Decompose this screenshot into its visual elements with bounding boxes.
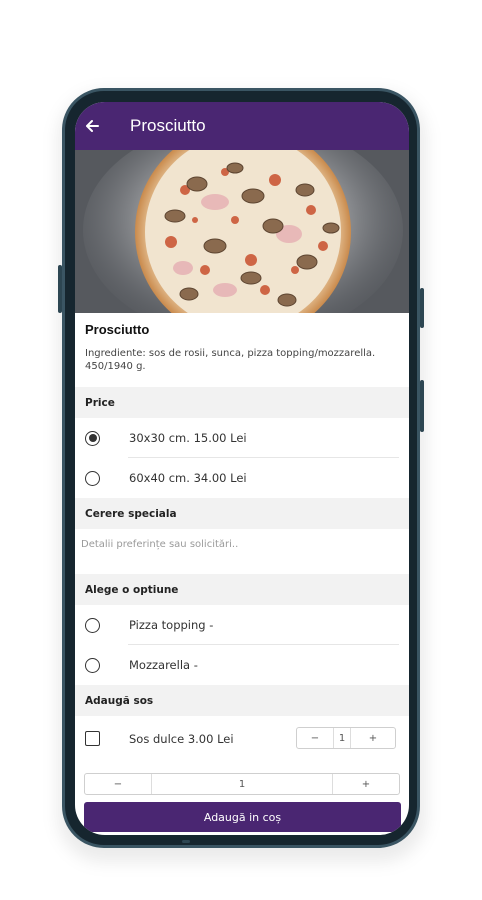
price-option-label: 60x40 cm. 34.00 Lei xyxy=(129,471,247,485)
radio-unselected-icon[interactable] xyxy=(85,657,100,673)
checkbox-icon[interactable] xyxy=(85,731,100,746)
choice-option-mozzarella[interactable]: Mozzarella - xyxy=(75,645,409,685)
sauce-quantity-value: 1 xyxy=(333,728,351,748)
phone-power-button xyxy=(420,288,424,328)
quantity-stepper: − 1 + xyxy=(84,773,400,795)
product-details: Prosciutto Ingrediente: sos de rosii, su… xyxy=(75,313,409,761)
price-option-small[interactable]: 30x30 cm. 15.00 Lei xyxy=(75,418,409,458)
arrow-left-icon[interactable] xyxy=(84,117,102,135)
product-image xyxy=(75,150,409,313)
special-request-title: Cerere speciala xyxy=(75,498,409,529)
sauce-item-sos-dulce[interactable]: Sos dulce 3.00 Lei − 1 + xyxy=(75,716,409,761)
product-name: Prosciutto xyxy=(85,322,150,337)
sauce-decrement-button[interactable]: − xyxy=(297,733,333,744)
radio-selected-icon[interactable] xyxy=(85,430,100,446)
quantity-increment-button[interactable]: + xyxy=(333,774,399,794)
radio-unselected-icon[interactable] xyxy=(85,617,100,633)
app-screen: Prosciutto Prosciutto Ingrediente: sos d… xyxy=(75,102,409,835)
price-section-title: Price xyxy=(75,387,409,418)
quantity-value[interactable]: 1 xyxy=(151,774,333,794)
page-title: Prosciutto xyxy=(130,116,206,135)
special-request-input[interactable]: Detalii preferințe sau solicitări.. xyxy=(75,529,409,574)
choice-option-label: Pizza topping - xyxy=(129,618,214,632)
sauce-quantity-stepper: − 1 + xyxy=(296,727,396,749)
phone-volume-button xyxy=(420,380,424,432)
app-bar: Prosciutto xyxy=(75,102,409,150)
quantity-decrement-button[interactable]: − xyxy=(85,774,151,794)
choice-section-title: Alege o optiune xyxy=(75,574,409,605)
price-option-label: 30x30 cm. 15.00 Lei xyxy=(129,431,247,445)
product-ingredients: Ingrediente: sos de rosii, sunca, pizza … xyxy=(85,348,376,372)
sauce-section-title: Adaugă sos xyxy=(75,685,409,716)
sauce-item-label: Sos dulce 3.00 Lei xyxy=(129,731,234,746)
price-option-large[interactable]: 60x40 cm. 34.00 Lei xyxy=(75,458,409,498)
choice-option-label: Mozzarella - xyxy=(129,658,198,672)
radio-unselected-icon[interactable] xyxy=(85,470,100,486)
sauce-increment-button[interactable]: + xyxy=(351,733,395,744)
add-to-cart-button[interactable]: Adaugă in coș xyxy=(84,802,401,832)
phone-speaker xyxy=(182,840,190,843)
choice-option-pizza-topping[interactable]: Pizza topping - xyxy=(75,605,409,645)
